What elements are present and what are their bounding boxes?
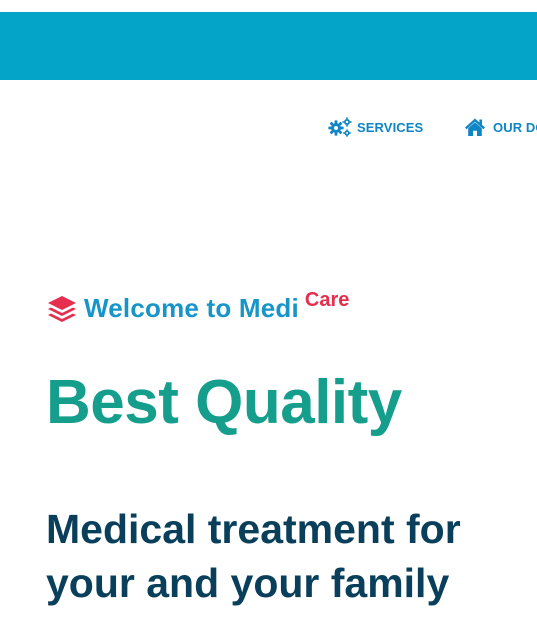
gears-icon (328, 117, 352, 137)
hero-subline-line-1: Medical treatment for (46, 506, 461, 552)
nav-label-services: SERVICES (357, 119, 424, 135)
top-bar (0, 12, 537, 80)
nav-item-doctors[interactable]: OUR DOCTORS (464, 117, 537, 137)
hero-headline: Best Quality (46, 368, 402, 437)
welcome-text: Welcome to Medi (84, 293, 299, 323)
hero-subline-line-2: your and your family (46, 560, 450, 606)
welcome-heading: Welcome to Medi Care (46, 290, 349, 326)
nav-label-doctors: OUR DOCTORS (493, 119, 537, 135)
hero-subline: Medical treatment for your and your fami… (46, 502, 526, 610)
home-icon (464, 117, 488, 137)
welcome-care-superscript: Care (304, 289, 350, 311)
main-navigation: SERVICES OUR DOCTORS (0, 100, 537, 154)
layers-icon (46, 294, 78, 326)
nav-item-services[interactable]: SERVICES (328, 117, 423, 137)
